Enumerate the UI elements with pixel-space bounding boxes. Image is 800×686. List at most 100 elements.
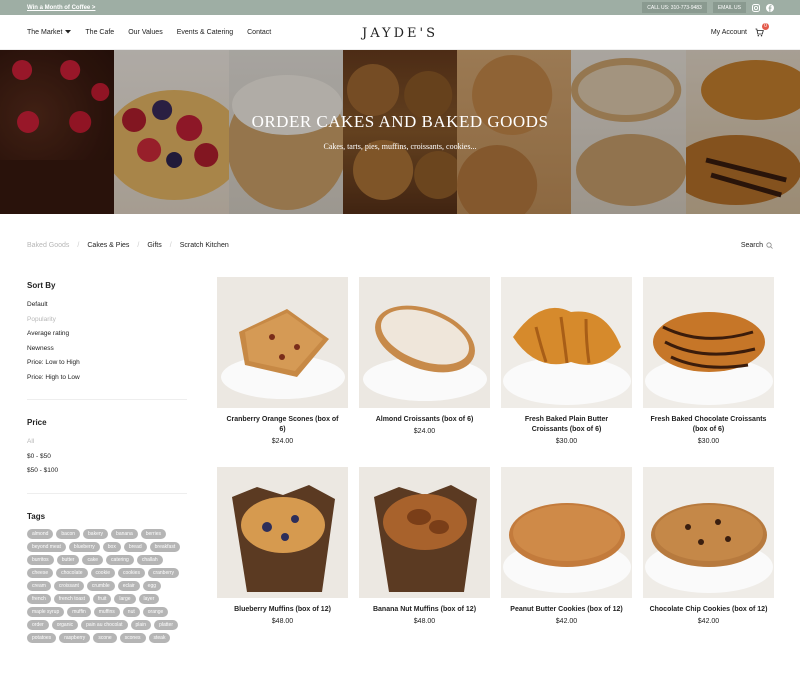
product-card[interactable]: Fresh Baked Chocolate Croissants (box of… bbox=[643, 277, 774, 467]
tag-chip[interactable]: steak bbox=[148, 632, 171, 643]
sort-average-rating[interactable]: Average rating bbox=[27, 327, 189, 342]
tag-chip[interactable]: almond bbox=[27, 528, 54, 539]
tag-chip[interactable]: platter bbox=[154, 619, 178, 630]
search-button[interactable]: Search bbox=[741, 242, 773, 249]
product-image[interactable] bbox=[501, 467, 632, 598]
product-image[interactable] bbox=[643, 277, 774, 408]
call-us-button[interactable]: CALL US: 310-773-9483 bbox=[642, 2, 707, 13]
tag-chip[interactable]: eclair bbox=[117, 580, 140, 591]
tag-chip[interactable]: potatoes bbox=[27, 632, 57, 643]
tag-chip[interactable]: nut bbox=[122, 606, 140, 617]
product-name[interactable]: Almond Croissants (box of 6) bbox=[359, 415, 490, 425]
tag-chip[interactable]: order bbox=[27, 619, 49, 630]
tag-chip[interactable]: raspberry bbox=[59, 632, 91, 643]
tag-chip[interactable]: cake bbox=[82, 554, 104, 565]
tag-chip[interactable]: catering bbox=[106, 554, 134, 565]
product-name[interactable]: Banana Nut Muffins (box of 12) bbox=[359, 605, 490, 615]
sort-popularity[interactable]: Popularity bbox=[27, 313, 189, 328]
tag-chip[interactable]: muffins bbox=[93, 606, 120, 617]
product-image[interactable] bbox=[501, 277, 632, 408]
tag-chip[interactable]: blueberry bbox=[68, 541, 100, 552]
tag-chip[interactable]: egg bbox=[142, 580, 162, 591]
product-card[interactable]: Cranberry Orange Scones (box of 6) $24.00 bbox=[217, 277, 348, 467]
tag-chip[interactable]: cookie bbox=[90, 567, 115, 578]
product-image[interactable] bbox=[643, 467, 774, 598]
category-scratch-kitchen[interactable]: Scratch Kitchen bbox=[180, 242, 229, 249]
product-image[interactable] bbox=[359, 277, 490, 408]
product-name[interactable]: Cranberry Orange Scones (box of 6) bbox=[217, 415, 348, 435]
sort-newness[interactable]: Newness bbox=[27, 342, 189, 357]
price-50-100[interactable]: $50 - $100 bbox=[27, 464, 189, 479]
tag-chip[interactable]: bread bbox=[123, 541, 147, 552]
tag-chip[interactable]: chocolate bbox=[56, 567, 88, 578]
product-name[interactable]: Chocolate Chip Cookies (box of 12) bbox=[643, 605, 774, 615]
tag-chip[interactable]: cookies bbox=[117, 567, 145, 578]
site-logo[interactable]: JAYDE'S bbox=[362, 26, 438, 41]
tag-chip[interactable]: box bbox=[102, 541, 121, 552]
promo-bar: Win a Month of Coffee > CALL US: 310-773… bbox=[0, 0, 800, 15]
tag-chip[interactable]: plain bbox=[130, 619, 152, 630]
product-name[interactable]: Peanut Butter Cookies (box of 12) bbox=[501, 605, 632, 615]
tag-chip[interactable]: scones bbox=[119, 632, 146, 643]
email-us-button[interactable]: EMAIL US bbox=[712, 2, 746, 13]
tag-chip[interactable]: breakfast bbox=[149, 541, 181, 552]
tag-chip[interactable]: pain au chocolat bbox=[81, 619, 128, 630]
price-0-50[interactable]: $0 - $50 bbox=[27, 450, 189, 465]
tag-chip[interactable]: crumble bbox=[86, 580, 115, 591]
nav-events-catering[interactable]: Events & Catering bbox=[177, 29, 233, 36]
product-card[interactable]: Banana Nut Muffins (box of 12) $48.00 bbox=[359, 467, 490, 657]
product-card[interactable]: Peanut Butter Cookies (box of 12) $42.00 bbox=[501, 467, 632, 657]
tag-chip[interactable]: cranberry bbox=[147, 567, 180, 578]
tag-chip[interactable]: croissant bbox=[53, 580, 84, 591]
tag-chip[interactable]: maple syrup bbox=[27, 606, 65, 617]
tag-chip[interactable]: scone bbox=[93, 632, 117, 643]
tag-chip[interactable]: organic bbox=[51, 619, 79, 630]
sort-default[interactable]: Default bbox=[27, 298, 189, 313]
tag-chip[interactable]: butter bbox=[56, 554, 80, 565]
category-gifts[interactable]: Gifts bbox=[147, 242, 161, 249]
product-card[interactable]: Blueberry Muffins (box of 12) $48.00 bbox=[217, 467, 348, 657]
nav-contact[interactable]: Contact bbox=[247, 29, 271, 36]
tag-chip[interactable]: burritos bbox=[27, 554, 54, 565]
category-baked-goods[interactable]: Baked Goods bbox=[27, 242, 69, 249]
nav-the-market[interactable]: The Market bbox=[27, 29, 72, 36]
product-card[interactable]: Chocolate Chip Cookies (box of 12) $42.00 bbox=[643, 467, 774, 657]
tag-chip[interactable]: cheese bbox=[27, 567, 54, 578]
tag-chip[interactable]: cream bbox=[27, 580, 51, 591]
category-cakes-pies[interactable]: Cakes & Pies bbox=[87, 242, 129, 249]
sort-price-low-high[interactable]: Price: Low to High bbox=[27, 356, 189, 371]
tag-chip[interactable]: fruit bbox=[93, 593, 112, 604]
tag-chip[interactable]: berries bbox=[140, 528, 167, 539]
instagram-icon[interactable] bbox=[752, 3, 760, 12]
product-price: $30.00 bbox=[697, 438, 720, 445]
facebook-icon[interactable] bbox=[766, 3, 774, 12]
product-name[interactable]: Blueberry Muffins (box of 12) bbox=[217, 605, 348, 615]
tag-chip[interactable]: french toast bbox=[53, 593, 91, 604]
tag-chip[interactable]: bacon bbox=[56, 528, 81, 539]
nav-our-values[interactable]: Our Values bbox=[128, 29, 163, 36]
price-all[interactable]: All bbox=[27, 435, 189, 450]
tag-chip[interactable]: challah bbox=[136, 554, 163, 565]
tag-chip[interactable]: muffin bbox=[67, 606, 91, 617]
tag-chip[interactable]: bakery bbox=[83, 528, 109, 539]
tag-chip[interactable]: banana bbox=[111, 528, 138, 539]
product-image[interactable] bbox=[359, 467, 490, 598]
product-image[interactable] bbox=[217, 277, 348, 408]
tag-chip[interactable]: large bbox=[114, 593, 136, 604]
sort-price-high-low[interactable]: Price: High to Low bbox=[27, 371, 189, 386]
hero-subtitle: Cakes, tarts, pies, muffins, croissants,… bbox=[323, 142, 477, 151]
promo-link[interactable]: Win a Month of Coffee > bbox=[27, 5, 95, 11]
product-name[interactable]: Fresh Baked Chocolate Croissants (box of… bbox=[643, 415, 774, 435]
product-name[interactable]: Fresh Baked Plain Butter Croissants (box… bbox=[501, 415, 632, 435]
tag-chip[interactable]: layer bbox=[138, 593, 160, 604]
product-card[interactable]: Almond Croissants (box of 6) $24.00 bbox=[359, 277, 490, 467]
product-image[interactable] bbox=[217, 467, 348, 598]
product-card[interactable]: Fresh Baked Plain Butter Croissants (box… bbox=[501, 277, 632, 467]
shop-main: Sort By Default Popularity Average ratin… bbox=[0, 277, 800, 657]
tag-chip[interactable]: orange bbox=[142, 606, 169, 617]
tag-chip[interactable]: french bbox=[27, 593, 51, 604]
nav-the-cafe[interactable]: The Cafe bbox=[85, 29, 114, 36]
cart-icon[interactable]: 0 bbox=[755, 22, 769, 37]
my-account-link[interactable]: My Account bbox=[711, 29, 747, 36]
tag-chip[interactable]: beyond meat bbox=[27, 541, 66, 552]
